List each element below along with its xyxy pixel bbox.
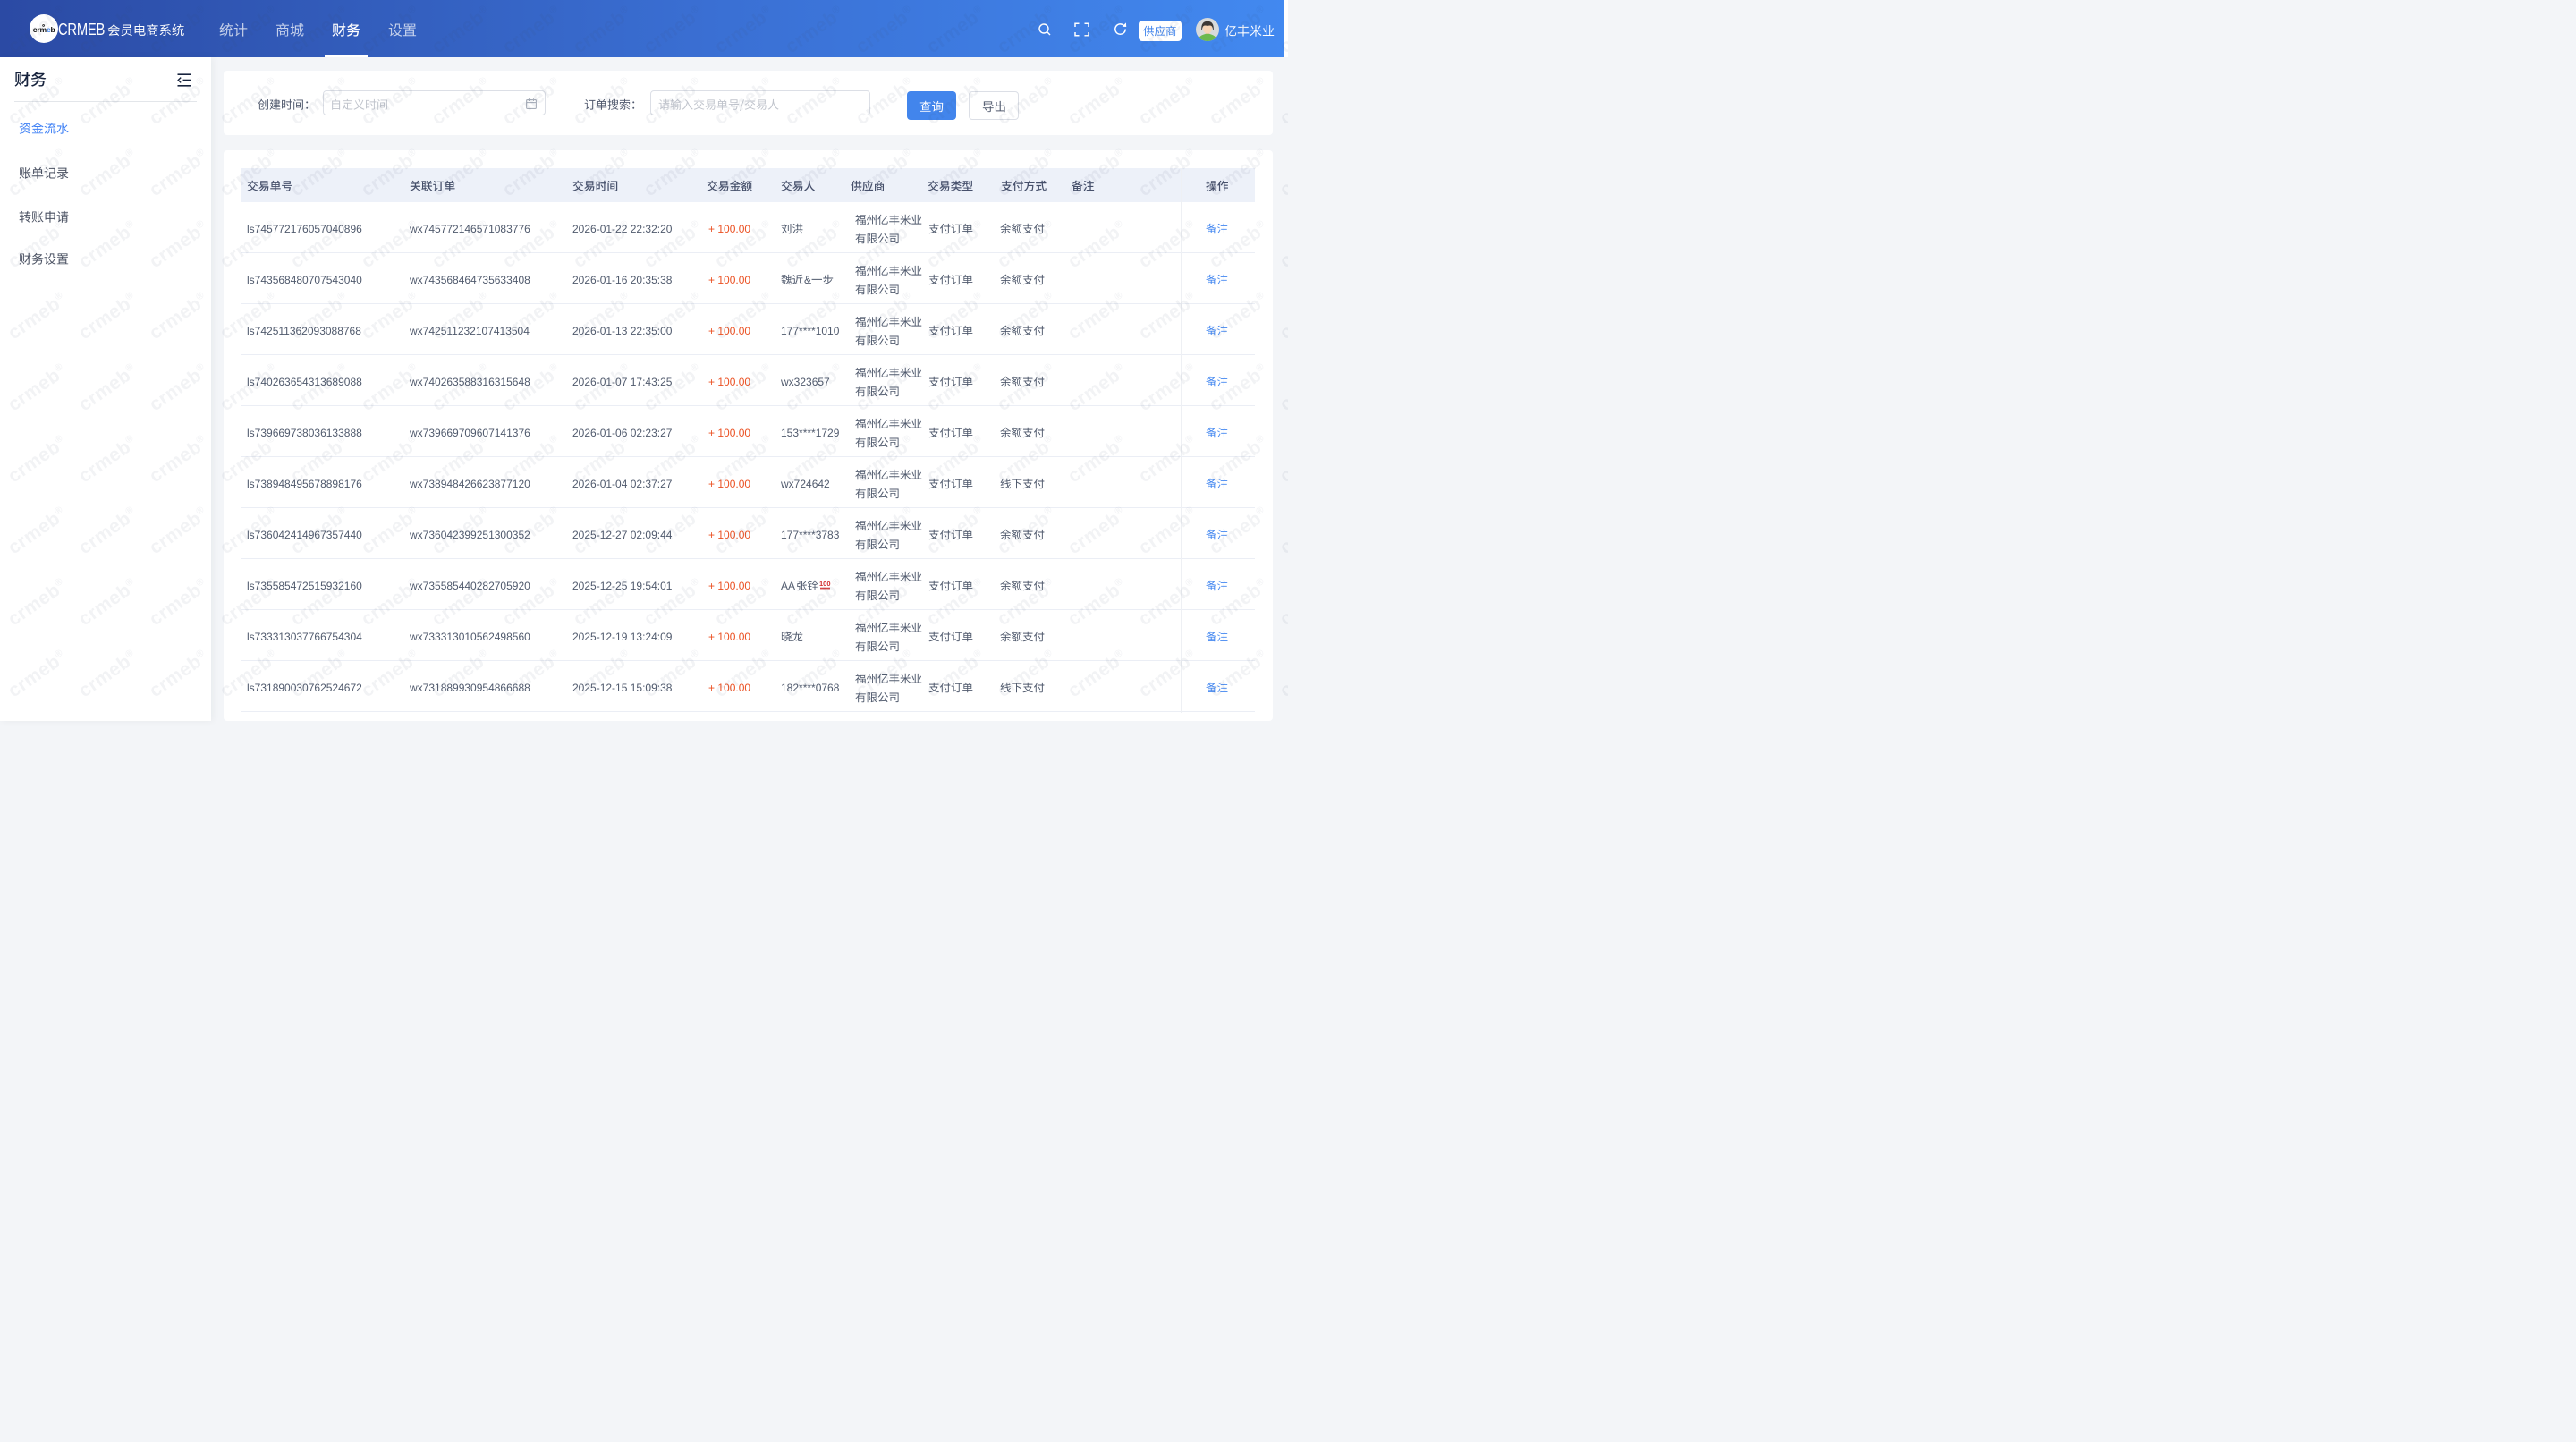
svg-text:100: 100 <box>819 580 831 588</box>
svg-text:crmeb: crmeb <box>32 25 55 34</box>
